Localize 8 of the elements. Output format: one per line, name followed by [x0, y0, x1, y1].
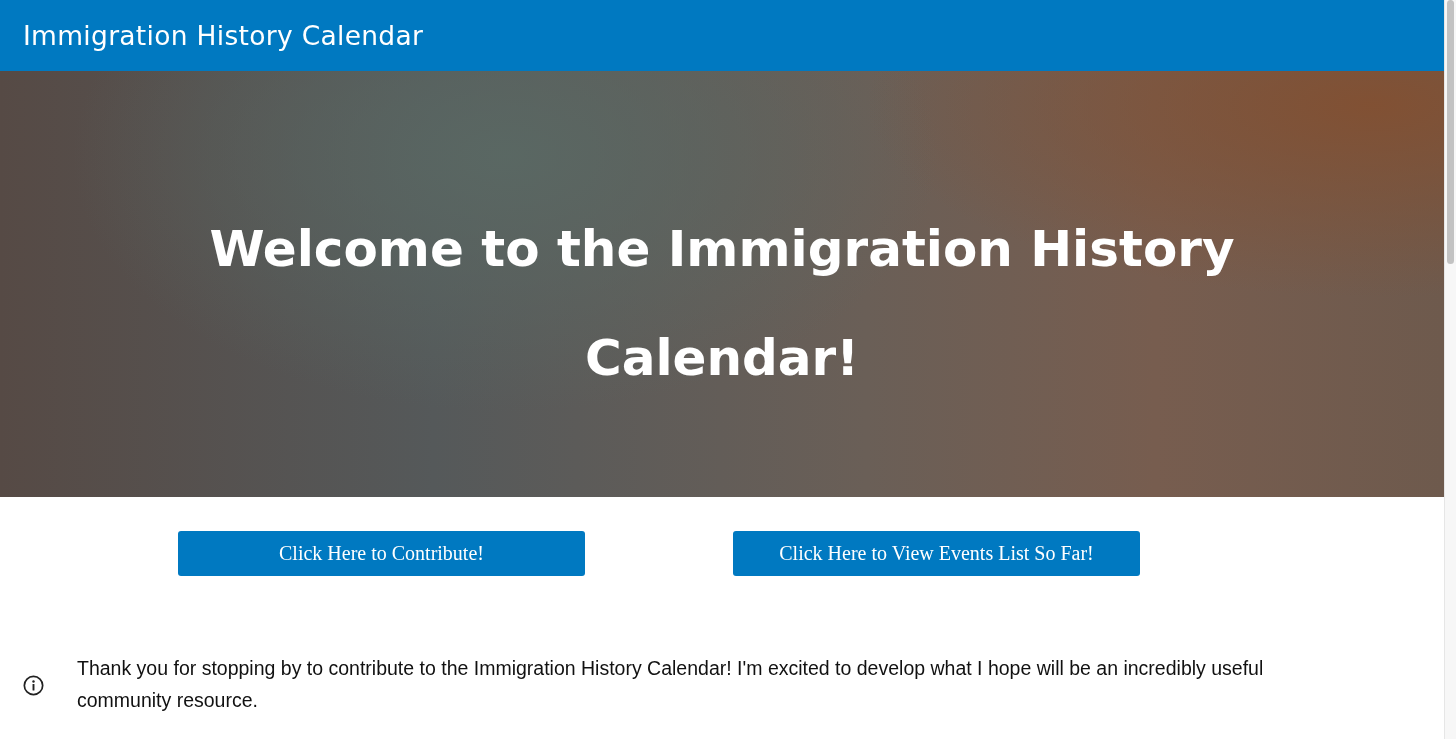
scrollbar-track[interactable] [1444, 0, 1456, 739]
scrollbar-thumb[interactable] [1447, 0, 1454, 264]
info-icon [23, 674, 44, 696]
action-button[interactable]: Click Here to View Events List So Far! [733, 531, 1140, 576]
action-button[interactable]: Click Here to Contribute! [178, 531, 585, 576]
site-title[interactable]: Immigration History Calendar [23, 20, 424, 51]
hero-heading: Welcome to the Immigration History Calendar! [208, 219, 1236, 389]
notice-text: Thank you for stopping by to contribute to the Immigration History Calendar! I'm excited to develop what I hope will be an incredibly useful community resource. [77, 656, 1265, 713]
